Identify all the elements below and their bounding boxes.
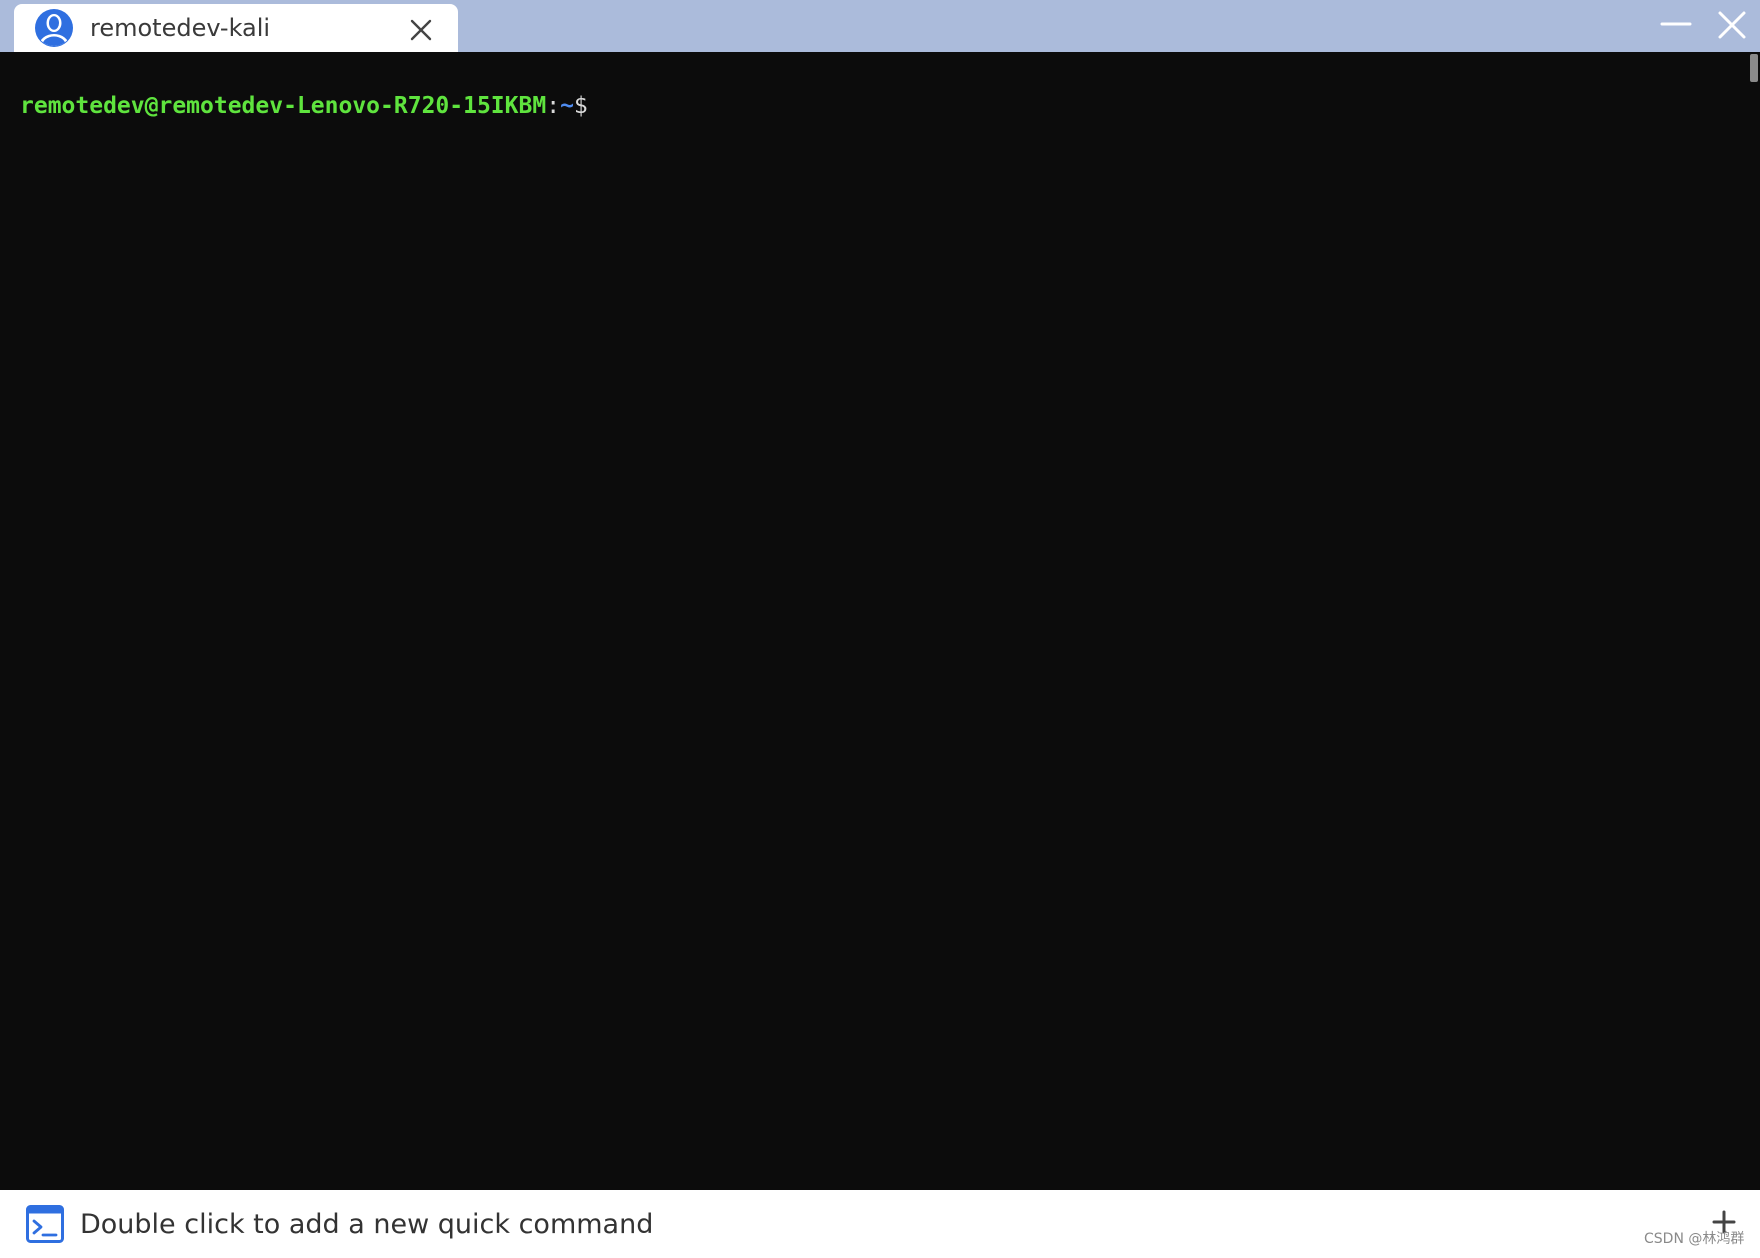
minimize-icon[interactable] xyxy=(1660,10,1692,40)
terminal-icon xyxy=(26,1205,64,1243)
prompt-symbol: $ xyxy=(573,93,588,119)
prompt-path: ~ xyxy=(560,93,574,119)
quick-command-bar: Double click to add a new quick command … xyxy=(0,1190,1760,1258)
scrollbar-thumb[interactable] xyxy=(1750,54,1758,82)
prompt-colon: : xyxy=(546,93,561,119)
terminal-window: remotedev-kali remotedev@remotedev-Lenov… xyxy=(0,0,1760,1258)
terminal-scrollbar[interactable] xyxy=(1748,52,1760,1190)
user-avatar-icon xyxy=(34,8,74,48)
tab-title: remotedev-kali xyxy=(90,14,271,42)
title-bar: remotedev-kali xyxy=(0,0,1760,52)
terminal-output[interactable]: remotedev@remotedev-Lenovo-R720-15IKBM:~… xyxy=(0,52,1760,1190)
shell-prompt: remotedev@remotedev-Lenovo-R720-15IKBM:~… xyxy=(20,91,588,121)
prompt-user-host: remotedev@remotedev-Lenovo-R720-15IKBM xyxy=(20,93,547,119)
close-window-icon[interactable] xyxy=(1716,10,1748,40)
quick-command-hint[interactable]: Double click to add a new quick command xyxy=(80,1208,653,1242)
tab-remotedev-kali[interactable]: remotedev-kali xyxy=(14,4,458,52)
tab-close-icon[interactable] xyxy=(409,18,433,42)
watermark: CSDN @林鸿群 xyxy=(1644,1231,1745,1247)
